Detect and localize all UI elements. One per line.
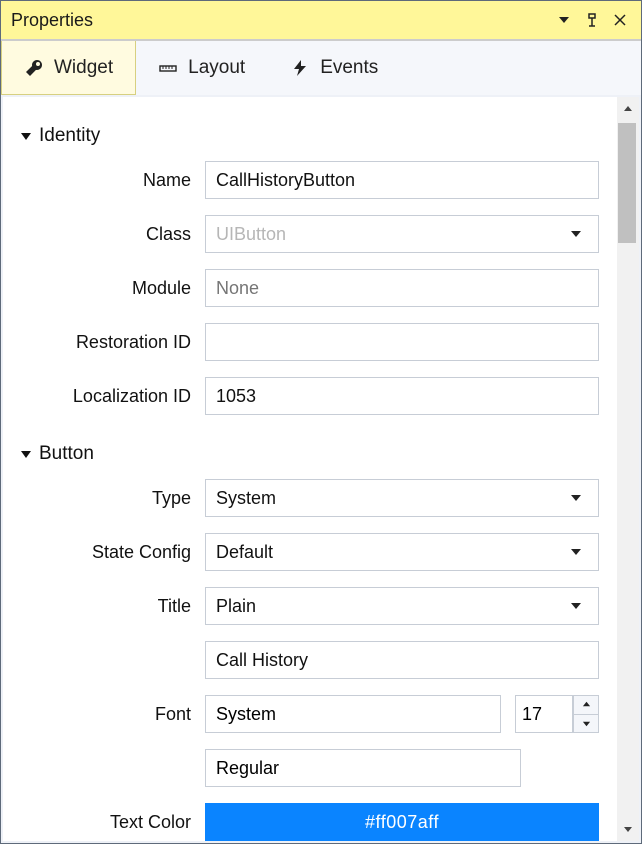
row-localization-id: Localization ID: [15, 377, 599, 415]
font-weight-value: Regular: [216, 758, 279, 779]
ruler-icon: [158, 58, 178, 78]
collapse-icon: [19, 129, 33, 143]
font-family-value: System: [216, 704, 276, 725]
section-button-label: Button: [39, 443, 94, 465]
type-select[interactable]: System: [205, 479, 599, 517]
restoration-label: Restoration ID: [15, 332, 205, 353]
font-size-input[interactable]: [515, 695, 573, 733]
section-identity-label: Identity: [39, 125, 100, 147]
font-family-select[interactable]: System: [205, 695, 501, 733]
localization-input[interactable]: [205, 377, 599, 415]
window-options-icon[interactable]: [553, 9, 575, 31]
section-identity[interactable]: Identity: [19, 125, 599, 147]
autohide-icon[interactable]: [581, 9, 603, 31]
property-scroll: Identity Name Class UIButton Module Rest…: [3, 97, 617, 841]
vertical-scrollbar[interactable]: [617, 97, 639, 841]
row-state-config: State Config Default: [15, 533, 599, 571]
type-value: System: [216, 488, 276, 509]
title-mode-value: Plain: [216, 596, 256, 617]
title-label: Title: [15, 596, 205, 617]
row-name: Name: [15, 161, 599, 199]
chevron-down-icon: [564, 228, 588, 240]
content-area: Identity Name Class UIButton Module Rest…: [3, 97, 639, 841]
row-text-color: Text Color #ff007aff: [15, 803, 599, 841]
tab-events[interactable]: Events: [268, 41, 401, 95]
state-select[interactable]: Default: [205, 533, 599, 571]
row-class: Class UIButton: [15, 215, 599, 253]
row-type: Type System: [15, 479, 599, 517]
row-restoration-id: Restoration ID: [15, 323, 599, 361]
tab-events-label: Events: [320, 57, 378, 79]
module-label: Module: [15, 278, 205, 299]
tab-widget-label: Widget: [54, 57, 113, 79]
textcolor-swatch[interactable]: #ff007aff: [205, 803, 599, 841]
state-label: State Config: [15, 542, 205, 563]
collapse-icon: [19, 447, 33, 461]
section-button[interactable]: Button: [19, 443, 599, 465]
name-input[interactable]: [205, 161, 599, 199]
lightning-icon: [290, 58, 310, 78]
tabs: Widget Layout Events: [1, 41, 641, 95]
scrollbar-thumb[interactable]: [618, 123, 636, 243]
scroll-up-icon[interactable]: [618, 99, 638, 119]
localization-label: Localization ID: [15, 386, 205, 407]
name-label: Name: [15, 170, 205, 191]
textcolor-label: Text Color: [15, 812, 205, 833]
restoration-input[interactable]: [205, 323, 599, 361]
tab-layout[interactable]: Layout: [136, 41, 268, 95]
class-label: Class: [15, 224, 205, 245]
module-input[interactable]: [205, 269, 599, 307]
font-size-down[interactable]: [573, 714, 599, 734]
class-select[interactable]: UIButton: [205, 215, 599, 253]
wrench-icon: [24, 58, 44, 78]
chevron-down-icon: [564, 492, 588, 504]
tab-layout-label: Layout: [188, 57, 245, 79]
row-title-mode: Title Plain: [15, 587, 599, 625]
scroll-down-icon[interactable]: [618, 819, 638, 839]
titlebar: Properties: [1, 1, 641, 41]
panel-title: Properties: [11, 10, 547, 31]
title-input[interactable]: [205, 641, 599, 679]
row-module: Module: [15, 269, 599, 307]
class-value: UIButton: [216, 224, 286, 245]
type-label: Type: [15, 488, 205, 509]
font-label: Font: [15, 704, 205, 725]
row-font: Font System: [15, 695, 599, 733]
chevron-down-icon: [564, 546, 588, 558]
tab-widget[interactable]: Widget: [1, 41, 136, 95]
chevron-down-icon: [564, 600, 588, 612]
font-weight-select[interactable]: Regular: [205, 749, 521, 787]
state-value: Default: [216, 542, 273, 563]
title-mode-select[interactable]: Plain: [205, 587, 599, 625]
font-size-up[interactable]: [573, 695, 599, 714]
close-icon[interactable]: [609, 9, 631, 31]
row-title-value: [15, 641, 599, 679]
row-font-weight: Regular: [15, 749, 599, 787]
